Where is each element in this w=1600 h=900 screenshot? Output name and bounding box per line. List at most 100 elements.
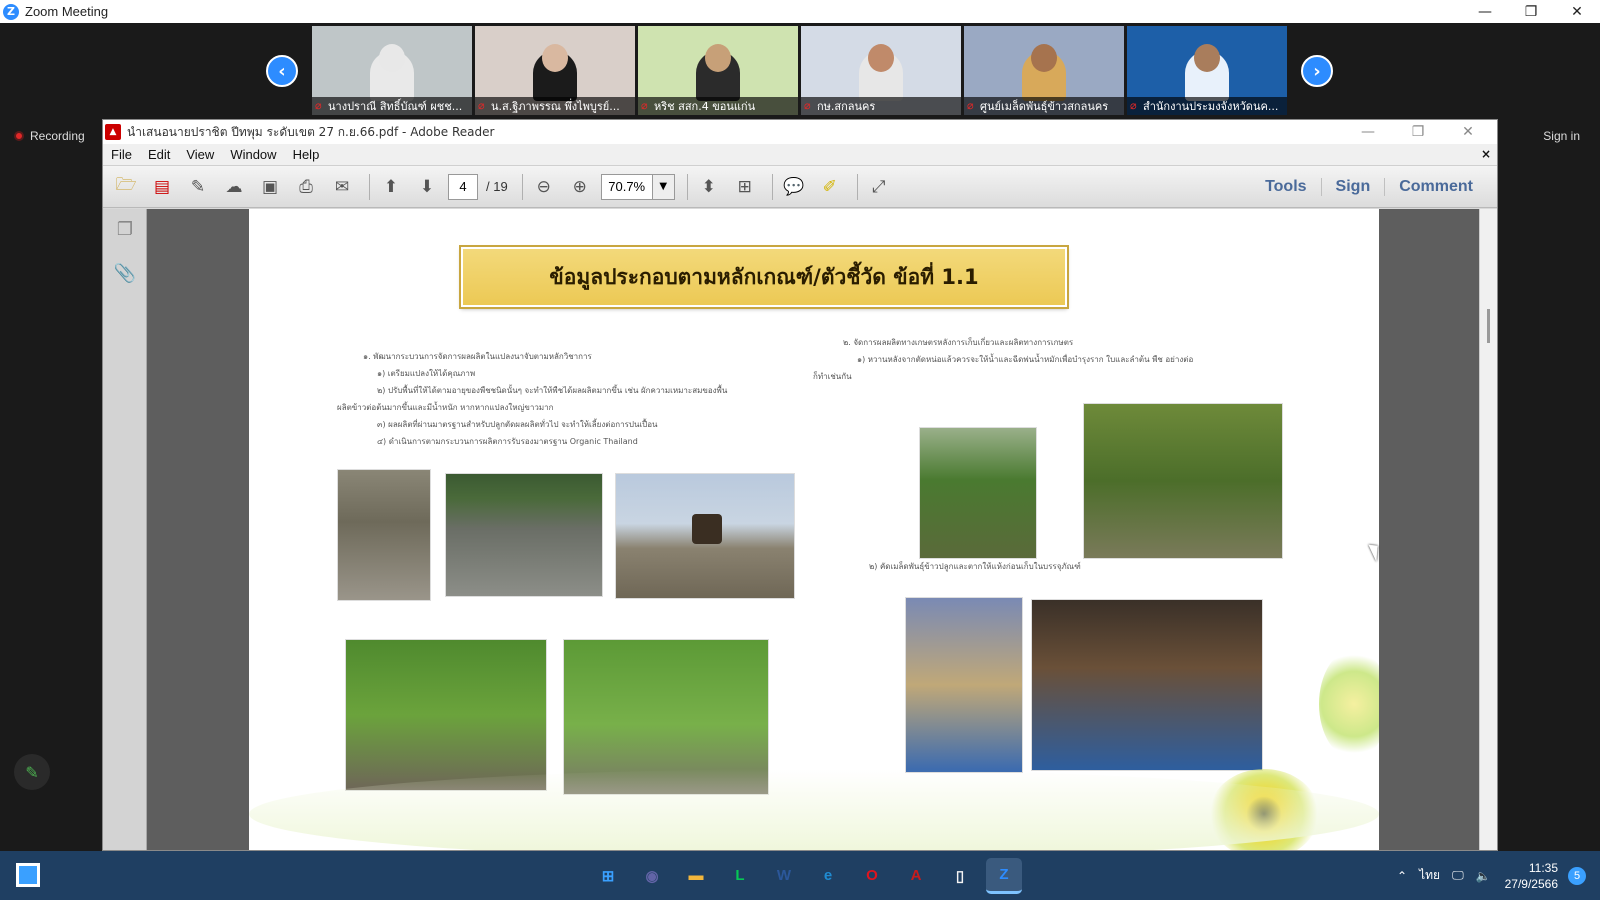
navigation-panel: ❐ 📎: [103, 209, 147, 850]
edit-pdf-button[interactable]: ✎: [183, 172, 213, 202]
toolbar-panes: Tools Sign Comment: [1251, 166, 1487, 208]
menu-window[interactable]: Window: [222, 147, 284, 162]
fit-width-icon: ⊞: [737, 176, 752, 197]
notification-badge[interactable]: 5: [1568, 866, 1586, 885]
zoom-dropdown-button[interactable]: ▼: [652, 173, 675, 200]
network-icon[interactable]: 🖵: [1452, 868, 1464, 883]
opera-icon: O: [866, 867, 878, 884]
zoom-taskbar-button[interactable]: Z: [986, 857, 1022, 894]
zoom-out-button[interactable]: ⊖: [529, 172, 559, 202]
previous-page-button[interactable]: ⬆: [376, 172, 406, 202]
comment-pane-button[interactable]: Comment: [1384, 178, 1487, 196]
zoom-in-button[interactable]: ⊕: [565, 172, 595, 202]
annotate-button[interactable]: ✎: [14, 754, 50, 790]
participant-tile[interactable]: ⌀ นางปราณี สิทธิ์บัณฑ์ ผชช...: [312, 26, 472, 115]
document-close-button[interactable]: ×: [1481, 147, 1491, 161]
page-total: / 19: [486, 179, 508, 194]
edit-document-icon: ✎: [190, 176, 206, 197]
windows-start-taskbar-button[interactable]: ⊞: [590, 858, 626, 894]
create-pdf-icon: ▤: [153, 176, 171, 197]
photo-plowed-field: [337, 469, 431, 601]
left-text-block: ๑. พัฒนากระบวนการจัดการผลผลิตในแปลงนาจับ…: [337, 348, 727, 450]
start-button[interactable]: [16, 863, 40, 887]
paperclip-icon: 📎: [113, 262, 137, 284]
close-button[interactable]: ✕: [1554, 0, 1600, 23]
windows-start-icon: ⊞: [601, 867, 615, 885]
upload-button[interactable]: ☁: [219, 172, 249, 202]
mic-muted-icon: ⌀: [315, 99, 322, 112]
tools-pane-button[interactable]: Tools: [1251, 178, 1320, 196]
highlight-button[interactable]: ✐: [815, 172, 845, 202]
cloud-upload-icon: ☁: [225, 176, 243, 197]
participant-name: สำนักงานประมงจังหวัดนค...: [1143, 100, 1279, 113]
slide-title: ข้อมูลประกอบตามหลักเกณฑ์/ตัวชี้วัด ข้อที…: [461, 247, 1067, 307]
toolbar-divider: [686, 173, 688, 200]
participant-name-bar: ⌀ นางปราณี สิทธิ์บัณฑ์ ผชช...: [312, 97, 472, 115]
file-explorer-taskbar-button[interactable]: ▬: [678, 858, 714, 894]
menu-edit[interactable]: Edit: [140, 147, 178, 162]
acrobat-taskbar-button[interactable]: A: [898, 858, 934, 894]
menu-view[interactable]: View: [178, 147, 222, 162]
participant-avatar: [1194, 44, 1220, 72]
participant-tile[interactable]: ⌀ สำนักงานประมงจังหวัดนค...: [1127, 26, 1287, 115]
vertical-scrollbar[interactable]: [1479, 209, 1497, 850]
language-indicator[interactable]: ไทย: [1419, 866, 1440, 885]
gallery-prev-button[interactable]: ‹: [266, 55, 298, 87]
recording-indicator[interactable]: Recording: [14, 129, 85, 143]
save-button[interactable]: ▣: [255, 172, 285, 202]
menu-file[interactable]: File: [103, 147, 140, 162]
restore-button[interactable]: ❐: [1508, 0, 1554, 23]
clock-time: 11:35: [1528, 860, 1558, 875]
fit-page-button[interactable]: ⬍: [694, 172, 724, 202]
word-taskbar-button[interactable]: W: [766, 858, 802, 894]
print-button[interactable]: ⎙: [291, 172, 321, 202]
teams-taskbar-button[interactable]: ◉: [634, 858, 670, 894]
participant-avatar: [705, 44, 731, 72]
reader-menubar: File Edit View Window Help ×: [103, 144, 1497, 166]
line-taskbar-button[interactable]: L: [722, 858, 758, 894]
participant-tile[interactable]: ⌀ น.ส.ฐิภาพรรณ พึ่งไพบูรย์...: [475, 26, 635, 115]
highlighter-icon: ✐: [822, 176, 837, 197]
participant-tile[interactable]: ⌀ ศูนย์เมล็ดพันธุ์ข้าวสกลนคร: [964, 26, 1124, 115]
sign-pane-button[interactable]: Sign: [1320, 178, 1385, 196]
fit-width-button[interactable]: ⊞: [730, 172, 760, 202]
participant-name-bar: ⌀ น.ส.ฐิภาพรรณ พึ่งไพบูรย์...: [475, 97, 635, 115]
speaker-icon[interactable]: 🔈: [1476, 869, 1491, 883]
reader-close-button[interactable]: ✕: [1443, 120, 1493, 144]
sign-in-link[interactable]: Sign in: [1543, 129, 1580, 143]
fullscreen-button[interactable]: ⤢: [864, 172, 894, 202]
gallery-next-button[interactable]: ›: [1301, 55, 1333, 87]
record-dot-icon: [14, 131, 24, 141]
email-button[interactable]: ✉: [327, 172, 357, 202]
minimize-button[interactable]: —: [1462, 0, 1508, 23]
scroll-thumb[interactable]: [1487, 309, 1490, 343]
zoom-titlebar: Z Zoom Meeting — ❐ ✕: [0, 0, 1600, 23]
edge-taskbar-button[interactable]: e: [810, 858, 846, 894]
participant-tile[interactable]: ⌀ หริช สสก.4 ขอนแก่น: [638, 26, 798, 115]
reader-window-controls: — ❐ ✕: [1343, 120, 1493, 144]
teams-icon: ◉: [645, 867, 659, 885]
page-thumbnails-button[interactable]: ❐: [113, 217, 137, 241]
open-button[interactable]: 🗁: [111, 172, 141, 202]
chevron-up-icon[interactable]: ⌃: [1397, 869, 1407, 883]
toolbar-divider: [369, 173, 370, 200]
document-taskbar-button[interactable]: ▯: [942, 858, 978, 894]
page-number-input[interactable]: 4: [448, 173, 478, 200]
menu-help[interactable]: Help: [285, 147, 328, 162]
opera-taskbar-button[interactable]: O: [854, 858, 890, 894]
document-workspace: ❐ 📎 ข้อมูลประกอบตามหลักเกณฑ์/ตัวชี้วัด ข…: [103, 209, 1497, 850]
zoom-level-input[interactable]: 70.7%: [600, 173, 653, 200]
next-page-button[interactable]: ⬇: [412, 172, 442, 202]
sticky-note-button[interactable]: 💬: [779, 172, 809, 202]
photo-bamboo-clump: [1083, 403, 1283, 559]
attachments-button[interactable]: 📎: [113, 261, 137, 285]
photo-sorting-rice: [1031, 599, 1263, 771]
clock[interactable]: 11:35 27/9/2566: [1505, 860, 1558, 892]
participant-name: กษ.สกลนคร: [817, 100, 876, 113]
reader-restore-button[interactable]: ❐: [1393, 120, 1443, 144]
participant-avatar: [1031, 44, 1057, 72]
create-pdf-button[interactable]: ▤: [147, 172, 177, 202]
reader-minimize-button[interactable]: —: [1343, 120, 1393, 144]
text-line: ๑. พัฒนากระบวนการจัดการผลผลิตในแปลงนาจับ…: [363, 352, 592, 361]
participant-tile[interactable]: ⌀ กษ.สกลนคร: [801, 26, 961, 115]
